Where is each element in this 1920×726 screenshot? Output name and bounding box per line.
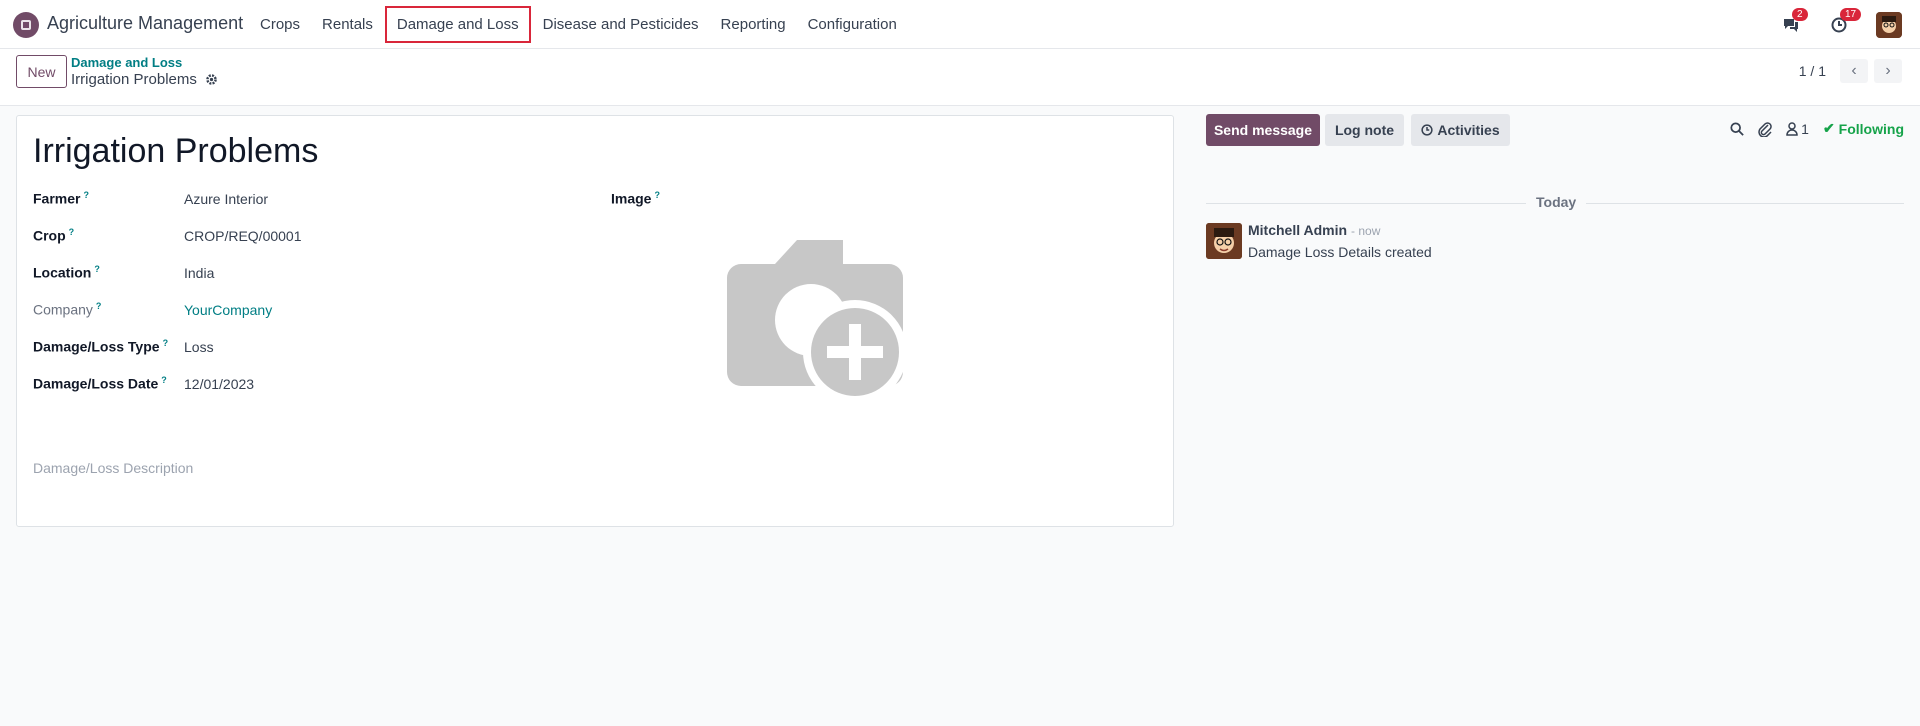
damage-loss-date-field[interactable]: 12/01/2023 xyxy=(184,376,254,392)
crop-field[interactable]: CROP/REQ/00001 xyxy=(184,228,302,244)
location-label: Location? xyxy=(33,264,100,281)
menu-item-disease-and-pesticides[interactable]: Disease and Pesticides xyxy=(533,6,709,43)
chatter-panel: Send message Log note Activities 1 ✔ Fol… xyxy=(1190,106,1920,726)
message-body: Damage Loss Details created xyxy=(1248,244,1432,260)
user-avatar[interactable] xyxy=(1876,11,1902,38)
message-author-name[interactable]: Mitchell Admin xyxy=(1248,222,1347,238)
paperclip-icon[interactable] xyxy=(1758,121,1772,137)
message-author-avatar[interactable] xyxy=(1206,223,1242,259)
following-button[interactable]: ✔ Following xyxy=(1823,120,1904,137)
user-icon xyxy=(1786,121,1798,136)
help-tooltip-icon[interactable]: ? xyxy=(96,301,102,311)
camera-add-icon xyxy=(727,240,907,404)
separator-line-left xyxy=(1206,203,1526,204)
help-tooltip-icon[interactable]: ? xyxy=(161,375,167,385)
activities-badge: 17 xyxy=(1840,7,1862,21)
message-timestamp: - now xyxy=(1351,224,1381,238)
top-navbar: Agriculture Management Crops Rentals Dam… xyxy=(0,0,1920,49)
activities-button-label: Activities xyxy=(1437,122,1500,138)
pager: 1 / 1 ‹ › xyxy=(1799,59,1902,83)
navbar-systray: 2 17 xyxy=(1780,0,1902,49)
pager-next-button[interactable]: › xyxy=(1874,59,1902,83)
company-field[interactable]: YourCompany xyxy=(184,302,272,318)
help-tooltip-icon[interactable]: ? xyxy=(163,338,169,348)
image-upload-placeholder[interactable] xyxy=(707,226,927,406)
farmer-field[interactable]: Azure Interior xyxy=(184,191,268,207)
menu-item-configuration[interactable]: Configuration xyxy=(798,6,907,43)
form-sheet: Irrigation Problems Farmer? Azure Interi… xyxy=(16,115,1174,527)
search-icon[interactable] xyxy=(1730,121,1744,136)
damage-loss-type-label: Damage/Loss Type? xyxy=(33,338,169,355)
message-author[interactable]: Mitchell Admin - now xyxy=(1248,222,1380,238)
help-tooltip-icon[interactable]: ? xyxy=(83,190,89,200)
help-tooltip-icon[interactable]: ? xyxy=(69,227,75,237)
image-label: Image? xyxy=(611,190,660,207)
date-separator-label: Today xyxy=(1536,194,1577,210)
menu-item-crops[interactable]: Crops xyxy=(250,6,310,43)
breadcrumb-current-label: Irrigation Problems xyxy=(71,71,197,88)
damage-loss-date-label: Damage/Loss Date? xyxy=(33,375,167,392)
damage-loss-type-field[interactable]: Loss xyxy=(184,339,214,355)
followers-count: 1 xyxy=(1801,120,1809,137)
separator-line-right xyxy=(1586,203,1904,204)
log-note-button[interactable]: Log note xyxy=(1325,114,1404,146)
description-field[interactable]: Damage/Loss Description xyxy=(33,460,193,476)
help-tooltip-icon[interactable]: ? xyxy=(654,190,660,200)
following-label: Following xyxy=(1838,120,1904,137)
messages-icon[interactable]: 2 xyxy=(1780,7,1808,36)
chevron-right-icon: › xyxy=(1885,62,1891,79)
breadcrumb-current: Irrigation Problems xyxy=(71,71,218,88)
menu-item-rentals[interactable]: Rentals xyxy=(312,6,383,43)
app-name[interactable]: Agriculture Management xyxy=(47,13,243,34)
date-separator: Today xyxy=(1206,194,1904,214)
crop-label: Crop? xyxy=(33,227,75,244)
company-label: Company? xyxy=(33,301,102,318)
activities-clock-icon[interactable]: 17 xyxy=(1828,7,1862,36)
chevron-left-icon: ‹ xyxy=(1851,62,1857,79)
check-icon: ✔ xyxy=(1822,120,1835,136)
menu-item-damage-and-loss[interactable]: Damage and Loss xyxy=(384,6,531,43)
breadcrumb-parent-link[interactable]: Damage and Loss xyxy=(71,55,182,70)
clock-icon xyxy=(1421,124,1433,136)
record-title[interactable]: Irrigation Problems xyxy=(33,132,318,171)
send-message-button[interactable]: Send message xyxy=(1206,114,1320,146)
pager-previous-button[interactable]: ‹ xyxy=(1840,59,1868,83)
farmer-label: Farmer? xyxy=(33,190,89,207)
gear-icon[interactable] xyxy=(205,73,218,86)
chatter-tools: 1 ✔ Following xyxy=(1730,120,1904,137)
help-tooltip-icon[interactable]: ? xyxy=(94,264,100,274)
new-button[interactable]: New xyxy=(16,55,67,88)
app-menu-icon[interactable] xyxy=(13,12,39,38)
main-menu: Crops Rentals Damage and Loss Disease an… xyxy=(250,0,909,49)
pager-value[interactable]: 1 / 1 xyxy=(1799,63,1826,79)
messages-badge: 2 xyxy=(1792,7,1808,21)
activities-button[interactable]: Activities xyxy=(1411,114,1510,146)
control-panel: New Damage and Loss Irrigation Problems … xyxy=(0,49,1920,106)
menu-item-reporting[interactable]: Reporting xyxy=(711,6,796,43)
followers-button[interactable]: 1 xyxy=(1786,121,1809,137)
location-field[interactable]: India xyxy=(184,265,214,281)
